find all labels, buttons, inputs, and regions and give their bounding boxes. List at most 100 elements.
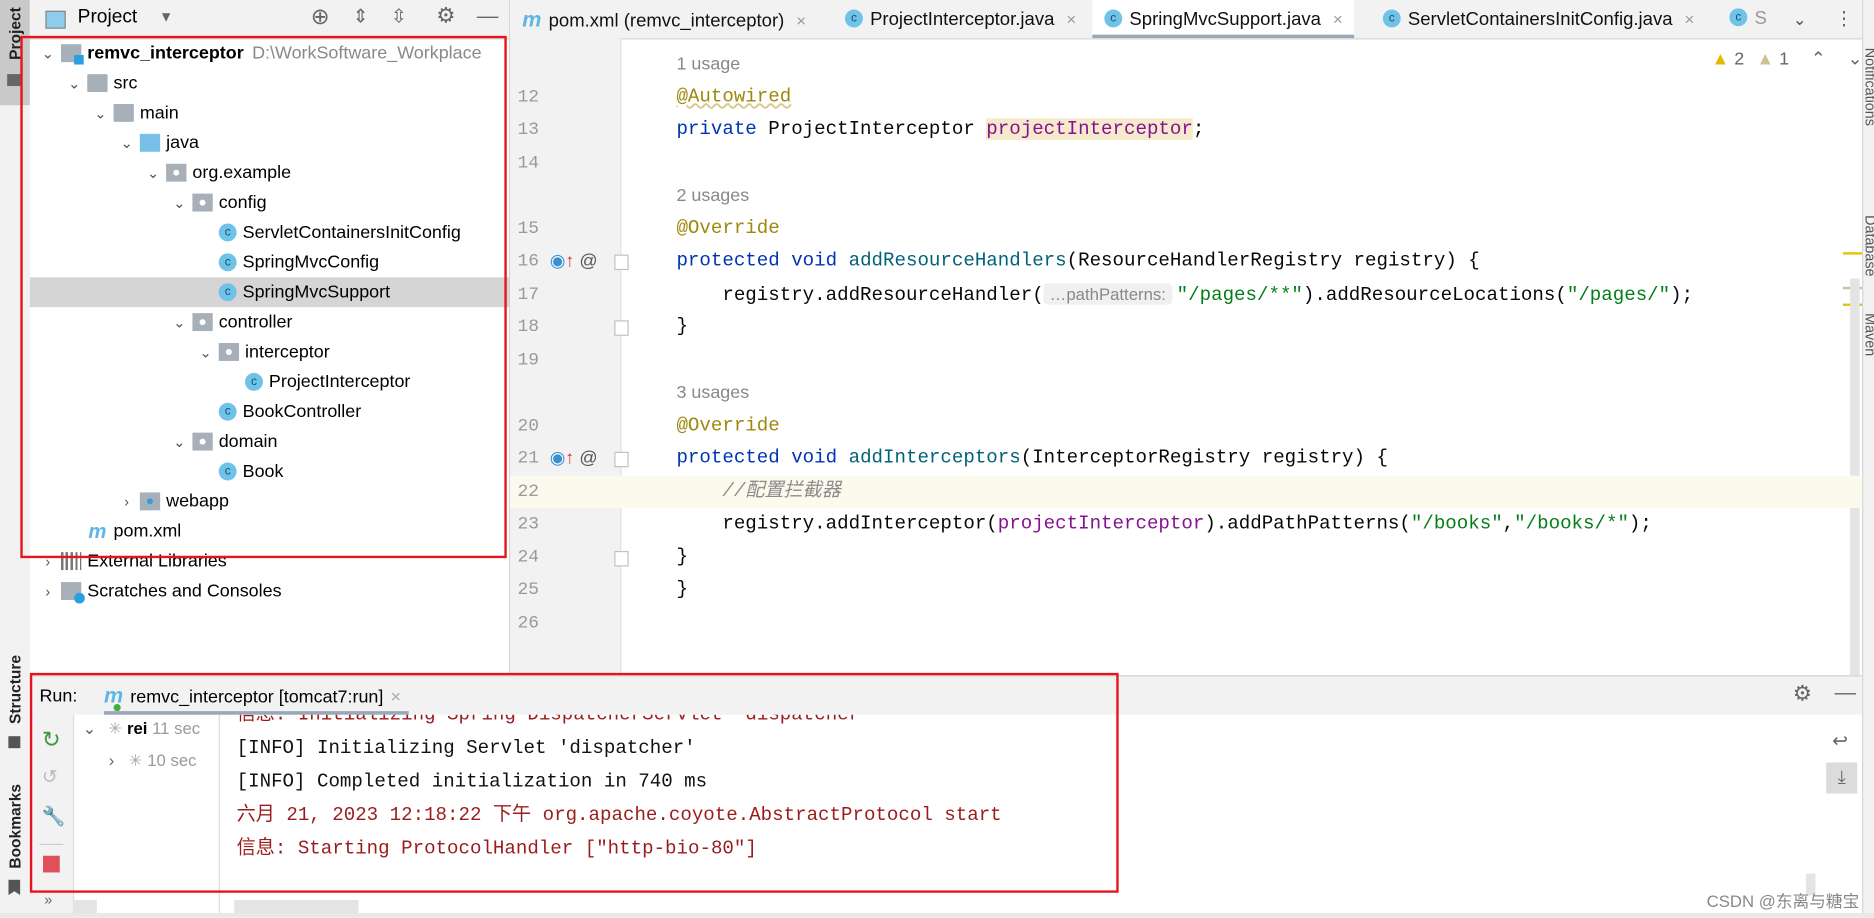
- chevron-down-icon[interactable]: ⌄: [171, 189, 188, 219]
- bookmarks-tool-button[interactable]: Bookmarks: [6, 784, 24, 869]
- fold-icon[interactable]: [614, 451, 629, 468]
- code-token: @Override: [676, 414, 780, 436]
- close-icon[interactable]: ×: [1684, 10, 1694, 29]
- tree-item[interactable]: BookController: [30, 397, 509, 427]
- code-token: addResourceHandlers: [848, 249, 1067, 272]
- tree-item[interactable]: ⌄ controller: [30, 307, 509, 337]
- tree-item-label: main: [139, 102, 179, 124]
- tree-item[interactable]: › Scratches and Consoles: [30, 576, 509, 606]
- collapse-all-icon[interactable]: ⇳: [391, 5, 407, 29]
- run-tree: ⌄ ✳ rei 11 sec › ✳ 10 sec: [72, 714, 220, 918]
- locate-icon[interactable]: ⊕: [311, 4, 330, 31]
- tree-item-label: org.example: [192, 162, 292, 183]
- stop-icon[interactable]: [43, 855, 60, 873]
- chevron-down-icon[interactable]: ⌄: [66, 69, 83, 99]
- run-tree-item-label: rei: [126, 718, 148, 738]
- line-number: 24: [517, 546, 540, 568]
- wrench-icon[interactable]: 🔧: [42, 804, 66, 828]
- fold-icon[interactable]: [614, 320, 629, 336]
- tree-item[interactable]: ⌄ src: [30, 68, 509, 98]
- soft-wrap-icon[interactable]: ↩: [1832, 729, 1848, 753]
- notifications-tool-button[interactable]: Notifications: [1862, 48, 1874, 126]
- chevron-down-icon[interactable]: ⌄: [39, 39, 56, 69]
- tree-item[interactable]: ⌄ config: [30, 188, 509, 218]
- usage-count-link[interactable]: 1 usage: [676, 48, 740, 80]
- class-icon: c: [844, 9, 863, 28]
- scroll-to-end-icon[interactable]: ⤓: [1826, 762, 1858, 794]
- tree-item[interactable]: › webapp: [30, 486, 509, 516]
- expand-all-icon[interactable]: ⇕: [353, 5, 369, 29]
- close-icon[interactable]: ×: [1333, 10, 1343, 29]
- project-tool-button[interactable]: Project: [0, 0, 30, 106]
- project-view-selector[interactable]: Project: [78, 7, 138, 29]
- rerun-icon[interactable]: ↻: [42, 727, 61, 754]
- chevron-down-icon[interactable]: ⌄: [171, 308, 188, 338]
- code-token: }: [676, 578, 688, 600]
- code-line: 12 @Autowired: [510, 81, 1862, 113]
- close-icon[interactable]: ×: [1066, 10, 1076, 29]
- editor-tab[interactable]: c ServletContainersInitConfig.java ×: [1371, 0, 1706, 38]
- pkg-icon: [166, 163, 187, 182]
- fold-icon[interactable]: [614, 254, 629, 271]
- tree-item[interactable]: ⌄ domain: [30, 427, 509, 457]
- tree-item[interactable]: ⌄ main: [30, 98, 509, 128]
- fold-icon[interactable]: [614, 550, 629, 566]
- override-gutter-icon[interactable]: ◉↑ @: [550, 245, 598, 277]
- maven-tool-button[interactable]: Maven: [1862, 313, 1874, 356]
- tree-item[interactable]: SpringMvcConfig: [30, 247, 509, 277]
- chevron-down-icon[interactable]: ▼: [159, 8, 173, 25]
- show-tabs-chevron-icon[interactable]: ⌄: [1793, 10, 1807, 30]
- chevron-down-icon[interactable]: ⌄: [145, 159, 162, 189]
- tree-item-label: webapp: [166, 491, 229, 512]
- tree-item[interactable]: Book: [30, 457, 509, 487]
- tree-item[interactable]: ⌄ java: [30, 128, 509, 158]
- tree-item[interactable]: SpringMvcSupport: [29, 277, 510, 308]
- chevron-down-icon[interactable]: ⌄: [92, 99, 109, 129]
- database-tool-button[interactable]: Database: [1862, 215, 1874, 276]
- editor-tab[interactable]: cS: [1717, 0, 1778, 38]
- rerun-failed-icon[interactable]: ↺: [42, 765, 58, 789]
- code-line: 26: [510, 607, 1862, 639]
- override-gutter-icon[interactable]: ◉↑ @: [550, 442, 598, 474]
- tree-item[interactable]: ⌄ remvc_interceptor D:\WorkSoftware_Workpl…: [30, 38, 509, 68]
- console-output[interactable]: 信息: Initializing Spring DispatcherServle…: [220, 715, 1822, 894]
- gear-icon[interactable]: ⚙: [436, 4, 455, 29]
- chevron-right-icon[interactable]: ›: [118, 488, 135, 518]
- tree-item[interactable]: › External Libraries: [30, 546, 509, 576]
- line-number: 26: [517, 612, 540, 633]
- editor-tab[interactable]: c SpringMvcSupport.java ×: [1092, 0, 1355, 39]
- usage-count-link[interactable]: 2 usages: [676, 179, 749, 211]
- tree-item[interactable]: ⌄ org.example: [30, 158, 509, 188]
- close-icon[interactable]: ×: [796, 11, 806, 30]
- chevron-right-icon[interactable]: ›: [39, 547, 56, 577]
- line-number: 17: [517, 283, 540, 305]
- minimize-icon[interactable]: —: [1835, 680, 1857, 705]
- project-view-icon: [45, 10, 66, 29]
- tree-item[interactable]: ⌄ interceptor: [30, 337, 509, 367]
- tree-item[interactable]: pom.xml: [30, 516, 509, 546]
- code-line: 13 private ProjectInterceptor projectInte…: [510, 114, 1862, 146]
- code-line: 19: [510, 344, 1862, 376]
- tree-item-label: SpringMvcConfig: [242, 252, 380, 273]
- minimize-icon[interactable]: —: [477, 4, 499, 29]
- close-icon[interactable]: ×: [391, 687, 401, 707]
- run-tab[interactable]: m remvc_interceptor [tomcat7:run] ×: [103, 676, 409, 715]
- tree-item[interactable]: ProjectInterceptor: [30, 367, 509, 397]
- run-tree-item[interactable]: ⌄ ✳ rei 11 sec: [82, 718, 200, 738]
- tree-item[interactable]: ServletContainersInitConfig: [30, 218, 509, 248]
- editor-tab[interactable]: m pom.xml (remvc_interceptor) ×: [510, 0, 818, 38]
- console-line: [INFO] Completed initialization in 740 m…: [236, 770, 708, 793]
- line-number: 13: [517, 119, 540, 140]
- chevron-down-icon[interactable]: ⌄: [118, 129, 135, 159]
- line-number: 20: [517, 415, 540, 436]
- more-options-icon[interactable]: ⋮: [1835, 7, 1854, 31]
- editor-tab[interactable]: c ProjectInterceptor.java ×: [833, 0, 1088, 38]
- more-actions-icon[interactable]: »: [44, 892, 52, 909]
- structure-tool-button[interactable]: Structure: [6, 655, 24, 724]
- chevron-down-icon[interactable]: ⌄: [171, 428, 188, 458]
- usage-count-link[interactable]: 3 usages: [676, 376, 749, 408]
- gear-icon[interactable]: ⚙: [1793, 681, 1812, 706]
- chevron-down-icon[interactable]: ⌄: [197, 338, 214, 368]
- chevron-right-icon[interactable]: ›: [39, 577, 56, 607]
- run-tree-item[interactable]: › ✳ 10 sec: [109, 751, 197, 771]
